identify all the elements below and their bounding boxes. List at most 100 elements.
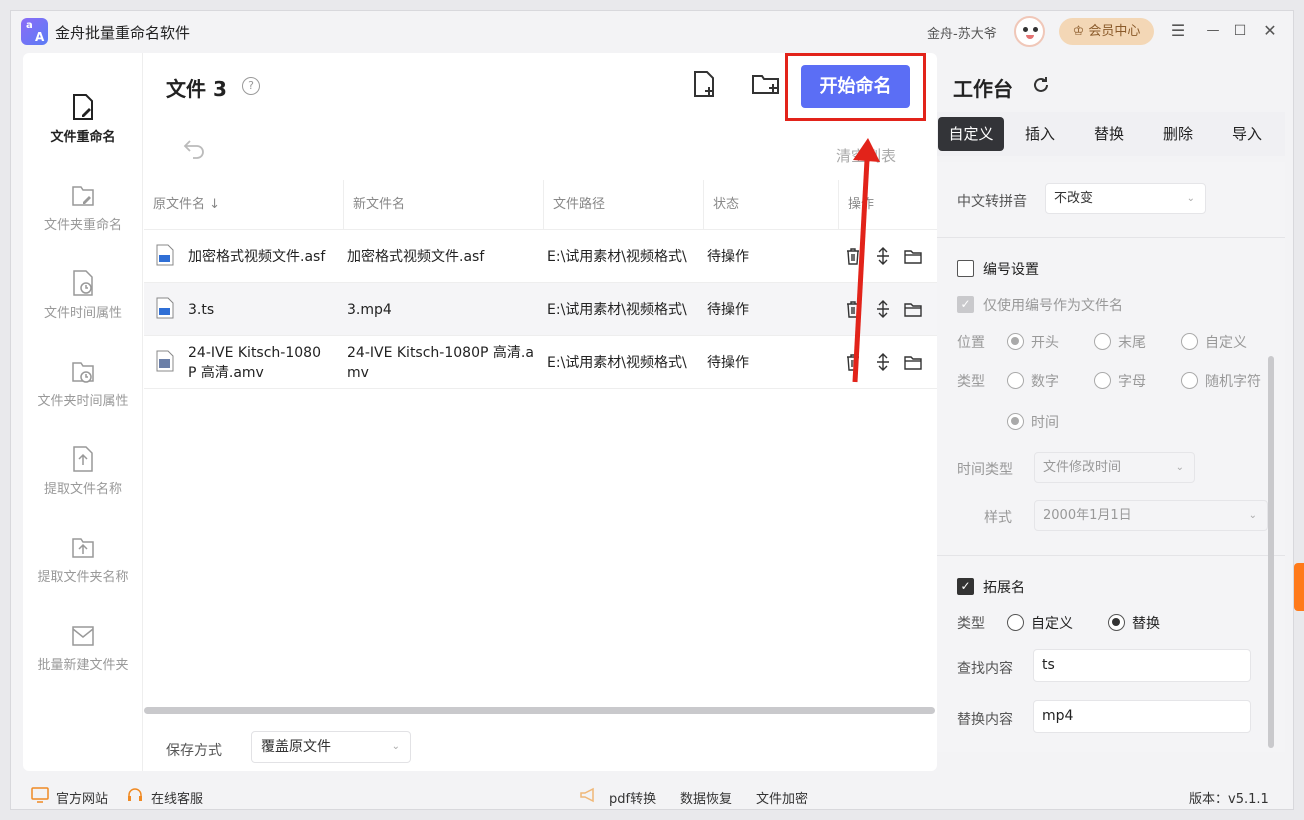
video-file-icon <box>156 297 174 319</box>
find-label: 查找内容 <box>957 661 1013 677</box>
move-icon[interactable] <box>874 300 892 318</box>
type-time-radio[interactable] <box>1007 413 1024 430</box>
tab-replace[interactable]: 替换 <box>1076 117 1142 151</box>
main-card: 文件重命名 文件夹重命名 文件时间属性 文件夹时间属性 提取文件名称 提取文件夹… <box>23 53 937 771</box>
sidebar-item-extract-file[interactable]: 提取文件名称 <box>23 445 143 515</box>
folder-clock-icon <box>72 362 94 383</box>
video-file-icon <box>156 350 174 372</box>
sidebar-item-file-time[interactable]: 文件时间属性 <box>23 269 143 339</box>
sidebar-item-folder-time[interactable]: 文件夹时间属性 <box>23 357 143 427</box>
side-float-button[interactable] <box>1294 563 1304 611</box>
find-input[interactable]: ts <box>1033 649 1251 682</box>
column-status[interactable]: 状态 <box>704 180 839 230</box>
chevron-down-icon: ⌄ <box>391 741 400 752</box>
table-row[interactable]: 加密格式视频文件.asf 加密格式视频文件.asf E:\试用素材\视频格式\ … <box>144 230 937 283</box>
position-end-radio[interactable] <box>1094 333 1111 350</box>
help-icon[interactable]: ? <box>242 77 260 95</box>
type-number-radio[interactable] <box>1007 372 1024 389</box>
service-link[interactable]: 在线客服 <box>151 788 203 807</box>
save-mode-select[interactable]: 覆盖原文件 ⌄ <box>251 731 411 763</box>
ext-custom-radio[interactable] <box>1007 614 1024 631</box>
numbering-label: 编号设置 <box>983 262 1039 278</box>
position-custom-radio[interactable] <box>1181 333 1198 350</box>
position-start-radio[interactable] <box>1007 333 1024 350</box>
delete-icon[interactable] <box>844 300 862 318</box>
new-folder-icon <box>72 626 94 646</box>
app-title: 金舟批量重命名软件 <box>55 24 191 42</box>
file-clock-icon <box>73 270 93 296</box>
replace-input[interactable]: mp4 <box>1033 700 1251 733</box>
page-title: 文件 3 <box>166 77 227 101</box>
open-folder-icon[interactable] <box>904 353 922 371</box>
recovery-link[interactable]: 数据恢复 <box>680 788 732 807</box>
refresh-icon[interactable] <box>1031 75 1051 95</box>
replace-label: 替换内容 <box>957 712 1013 728</box>
style-label: 样式 <box>984 510 1012 526</box>
crown-icon: ♔ <box>1072 24 1085 39</box>
chevron-down-icon: ⌄ <box>1175 462 1184 473</box>
type-letter-radio[interactable] <box>1094 372 1111 389</box>
open-folder-icon[interactable] <box>904 247 922 265</box>
open-folder-icon[interactable] <box>904 300 922 318</box>
delete-icon[interactable] <box>844 353 862 371</box>
time-type-label: 时间类型 <box>957 462 1013 478</box>
sidebar-item-folder-rename[interactable]: 文件夹重命名 <box>23 181 143 251</box>
website-icon <box>31 787 49 803</box>
file-list-area: 文件 3 ? 开始命名 清空列表 原文件名 ↓ 新文件名 文件路径 状态 操作 … <box>144 53 937 771</box>
undo-icon[interactable] <box>182 135 206 159</box>
pinyin-label: 中文转拼音 <box>957 194 1027 210</box>
delete-icon[interactable] <box>844 247 862 265</box>
pdf-link[interactable]: pdf转换 <box>609 788 656 807</box>
tab-custom[interactable]: 自定义 <box>938 117 1004 151</box>
website-link[interactable]: 官方网站 <box>56 788 108 807</box>
ext-replace-radio[interactable] <box>1108 614 1125 631</box>
start-button-highlight: 开始命名 <box>785 53 926 121</box>
file-export-icon <box>73 446 93 472</box>
app-logo-icon: a A <box>21 18 48 45</box>
folder-edit-icon <box>72 186 94 206</box>
numbering-only-checkbox[interactable]: ✓ <box>957 296 974 313</box>
type-label: 类型 <box>957 374 985 390</box>
column-new-name[interactable]: 新文件名 <box>344 180 544 230</box>
horizontal-scrollbar[interactable] <box>144 707 935 714</box>
minimize-icon[interactable]: — <box>1202 20 1224 42</box>
user-name[interactable]: 金舟-苏大爷 <box>927 23 997 42</box>
time-type-select[interactable]: 文件修改时间 ⌄ <box>1034 452 1195 483</box>
vertical-scrollbar[interactable] <box>1268 356 1274 748</box>
tab-import[interactable]: 导入 <box>1214 117 1280 151</box>
move-icon[interactable] <box>874 247 892 265</box>
menu-icon[interactable]: ☰ <box>1167 20 1189 42</box>
workbench-tabs: 自定义 插入 替换 删除 导入 <box>937 112 1285 156</box>
move-icon[interactable] <box>874 353 892 371</box>
type-random-radio[interactable] <box>1181 372 1198 389</box>
version-label: 版本：v5.1.1 <box>1189 792 1269 807</box>
sidebar-item-extract-folder[interactable]: 提取文件夹名称 <box>23 533 143 603</box>
table-header: 原文件名 ↓ 新文件名 文件路径 状态 操作 <box>144 180 937 230</box>
extension-checkbox[interactable]: ✓ <box>957 578 974 595</box>
ext-type-label: 类型 <box>957 616 985 632</box>
numbering-only-label: 仅使用编号作为文件名 <box>983 298 1123 314</box>
tab-insert[interactable]: 插入 <box>1007 117 1073 151</box>
tab-delete[interactable]: 删除 <box>1145 117 1211 151</box>
start-rename-button[interactable]: 开始命名 <box>801 65 910 108</box>
avatar[interactable] <box>1014 16 1045 47</box>
maximize-icon[interactable]: ☐ <box>1229 20 1251 42</box>
workbench-title: 工作台 <box>953 77 1013 101</box>
clear-list-button[interactable]: 清空列表 <box>836 145 896 166</box>
member-center-button[interactable]: ♔ 会员中心 <box>1059 18 1154 45</box>
style-select[interactable]: 2000年1月1日 ⌄ <box>1034 500 1268 531</box>
close-icon[interactable]: ✕ <box>1259 20 1281 42</box>
encrypt-link[interactable]: 文件加密 <box>756 788 808 807</box>
app-window: a A 金舟批量重命名软件 金舟-苏大爷 ♔ 会员中心 ☰ — ☐ ✕ 文件重命… <box>10 10 1294 810</box>
column-original-name[interactable]: 原文件名 ↓ <box>144 180 344 230</box>
add-file-icon[interactable] <box>689 69 719 99</box>
sidebar-item-file-rename[interactable]: 文件重命名 <box>23 93 143 163</box>
footer: 官方网站 在线客服 pdf转换 数据恢复 文件加密 版本：v5.1.1 <box>11 779 1293 811</box>
sidebar-item-new-folder[interactable]: 批量新建文件夹 <box>23 621 143 691</box>
add-folder-icon[interactable] <box>751 69 781 99</box>
column-path[interactable]: 文件路径 <box>544 180 704 230</box>
numbering-checkbox[interactable] <box>957 260 974 277</box>
table-row[interactable]: 24-IVE Kitsch-1080P 高清.amv 24-IVE Kitsch… <box>144 336 937 389</box>
table-row[interactable]: 3.ts 3.mp4 E:\试用素材\视频格式\ 待操作 <box>144 283 937 336</box>
pinyin-select[interactable]: 不改变 ⌄ <box>1045 183 1206 214</box>
